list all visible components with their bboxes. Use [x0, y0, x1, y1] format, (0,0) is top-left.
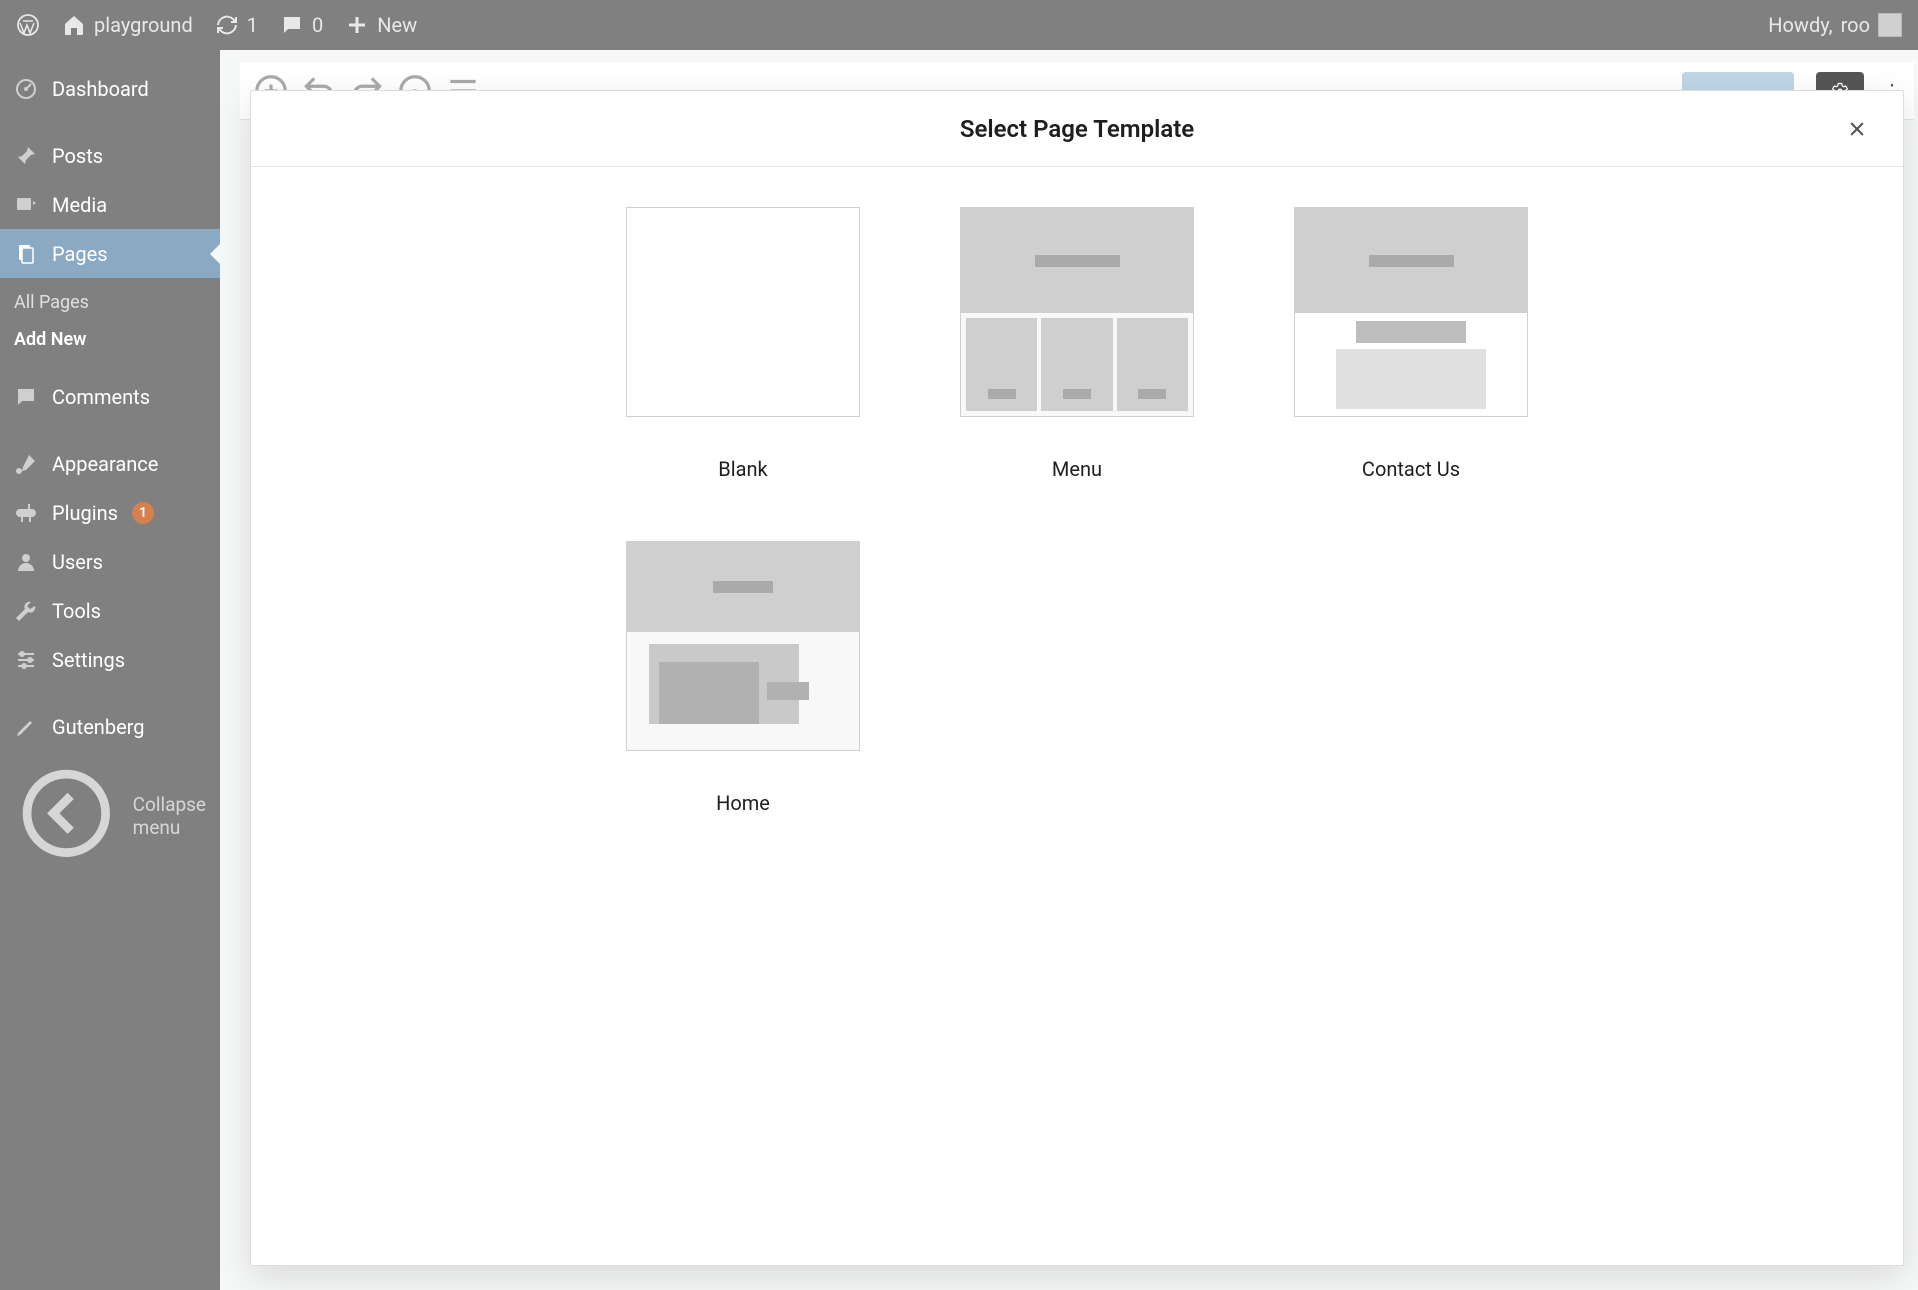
sidebar-item-dashboard[interactable]: Dashboard [0, 64, 220, 113]
modal-body: Blank Menu [251, 167, 1903, 1265]
new-label: New [377, 13, 417, 37]
pin-icon [14, 144, 38, 168]
admin-sidebar: Dashboard Posts Media Pages All Pages Ad… [0, 50, 220, 1290]
sidebar-item-label: Gutenberg [52, 715, 145, 739]
updates-link[interactable]: 1 [215, 13, 258, 37]
sidebar-item-gutenberg[interactable]: Gutenberg [0, 702, 220, 751]
avatar [1878, 13, 1902, 37]
updates-count: 1 [247, 13, 258, 37]
sliders-icon [14, 648, 38, 672]
editor-canvas: ⋮ Select Page Template Blank [220, 50, 1918, 1290]
new-content-link[interactable]: New [345, 13, 417, 37]
comment-icon [14, 385, 38, 409]
select-template-modal: Select Page Template Blank [250, 90, 1904, 1266]
brush-icon [14, 452, 38, 476]
dashboard-icon [14, 77, 38, 101]
sidebar-submenu-pages: All Pages Add New [0, 278, 220, 372]
sidebar-item-pages[interactable]: Pages [0, 229, 220, 278]
pages-icon [14, 242, 38, 266]
plus-icon [345, 13, 369, 37]
wordpress-logo[interactable] [16, 13, 40, 37]
sidebar-item-label: Users [52, 550, 103, 574]
media-icon [14, 193, 38, 217]
template-preview [1294, 207, 1528, 417]
template-name: Home [716, 791, 770, 815]
site-name: playground [94, 13, 193, 37]
collapse-icon [14, 761, 119, 871]
modal-title: Select Page Template [960, 115, 1194, 143]
plugins-update-badge: 1 [132, 502, 154, 524]
collapse-menu[interactable]: Collapse menu [0, 751, 220, 881]
modal-close-button[interactable] [1839, 111, 1875, 147]
sidebar-item-label: Comments [52, 385, 150, 409]
refresh-icon [215, 13, 239, 37]
sidebar-item-settings[interactable]: Settings [0, 635, 220, 684]
template-grid: Blank Menu [331, 207, 1823, 815]
sidebar-item-label: Settings [52, 648, 125, 672]
comments-count: 0 [312, 13, 323, 37]
template-name: Menu [1052, 457, 1102, 481]
sidebar-item-posts[interactable]: Posts [0, 131, 220, 180]
modal-header: Select Page Template [251, 91, 1903, 167]
sidebar-item-plugins[interactable]: Plugins 1 [0, 488, 220, 537]
submenu-all-pages[interactable]: All Pages [0, 284, 220, 321]
template-card-contact[interactable]: Contact Us [1294, 207, 1528, 481]
sidebar-item-users[interactable]: Users [0, 537, 220, 586]
plug-icon [14, 501, 38, 525]
sidebar-item-label: Plugins [52, 501, 118, 525]
user-name: roo [1841, 13, 1870, 37]
sidebar-item-appearance[interactable]: Appearance [0, 439, 220, 488]
account-link[interactable]: Howdy, roo [1768, 13, 1902, 37]
sidebar-item-label: Dashboard [52, 77, 149, 101]
sidebar-item-label: Media [52, 193, 107, 217]
user-icon [14, 550, 38, 574]
template-name: Blank [718, 457, 767, 481]
collapse-label: Collapse menu [133, 793, 206, 839]
pencil-icon [14, 715, 38, 739]
site-link[interactable]: playground [62, 13, 193, 37]
template-card-home[interactable]: Home [626, 541, 860, 815]
wrench-icon [14, 599, 38, 623]
sidebar-item-label: Pages [52, 242, 108, 266]
home-icon [62, 13, 86, 37]
template-preview [960, 207, 1194, 417]
comment-icon [280, 13, 304, 37]
template-card-blank[interactable]: Blank [626, 207, 860, 481]
comments-link[interactable]: 0 [280, 13, 323, 37]
sidebar-item-label: Appearance [52, 452, 158, 476]
howdy-prefix: Howdy, [1768, 13, 1832, 37]
wordpress-icon [16, 13, 40, 37]
submenu-add-new[interactable]: Add New [0, 321, 220, 358]
sidebar-item-media[interactable]: Media [0, 180, 220, 229]
sidebar-item-comments[interactable]: Comments [0, 372, 220, 421]
template-card-menu[interactable]: Menu [960, 207, 1194, 481]
sidebar-item-tools[interactable]: Tools [0, 586, 220, 635]
sidebar-item-label: Tools [52, 599, 101, 623]
admin-toolbar: playground 1 0 New Howdy, roo [0, 0, 1918, 50]
template-preview [626, 541, 860, 751]
sidebar-item-label: Posts [52, 144, 103, 168]
template-preview [626, 207, 860, 417]
template-name: Contact Us [1362, 457, 1460, 481]
